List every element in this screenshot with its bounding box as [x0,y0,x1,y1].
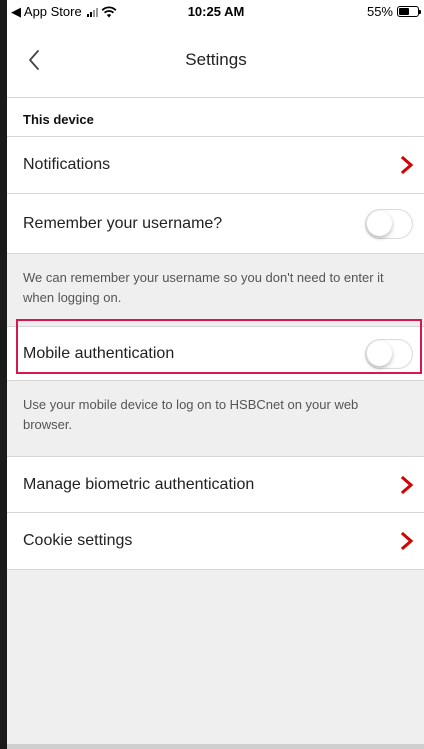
page-title: Settings [185,50,247,69]
chevron-right-icon [400,475,414,494]
chevron-right-icon [400,155,414,175]
bottom-edge [7,744,424,749]
toggle-knob [367,210,392,236]
notifications-label: Notifications [23,156,111,173]
navigation-bar: Settings [7,24,424,98]
remember-username-row: Remember your username? [7,194,424,254]
status-bar: ◀ App Store 10:25 AM 55% [7,0,424,24]
status-right: 55% [366,4,421,19]
remember-username-note: We can remember your username so you don… [7,254,424,326]
battery-percent: 55% [366,4,393,19]
manage-biometric-row[interactable]: Manage biometric authentication [7,456,424,513]
mobile-authentication-toggle[interactable] [365,338,413,369]
mobile-authentication-label: Mobile authentication [23,344,175,362]
remember-username-toggle[interactable] [365,208,413,239]
mobile-authentication-row: Mobile authentication [7,326,424,381]
section-header-this-device: This device [7,98,424,137]
manage-biometric-label: Manage biometric authentication [23,475,255,493]
mobile-authentication-note: Use your mobile device to log on to HSBC… [7,381,424,456]
cookie-settings-row[interactable]: Cookie settings [7,513,424,570]
status-time: 10:25 AM [187,4,245,19]
battery-icon [397,6,421,17]
remember-username-label: Remember your username? [23,214,223,232]
chevron-right-icon [400,531,414,551]
notifications-row[interactable]: Notifications [7,137,424,194]
phone-screen: ◀ App Store 10:25 AM 55% Settings This d… [7,0,424,749]
cookie-settings-label: Cookie settings [23,532,133,549]
toggle-knob [367,340,392,366]
